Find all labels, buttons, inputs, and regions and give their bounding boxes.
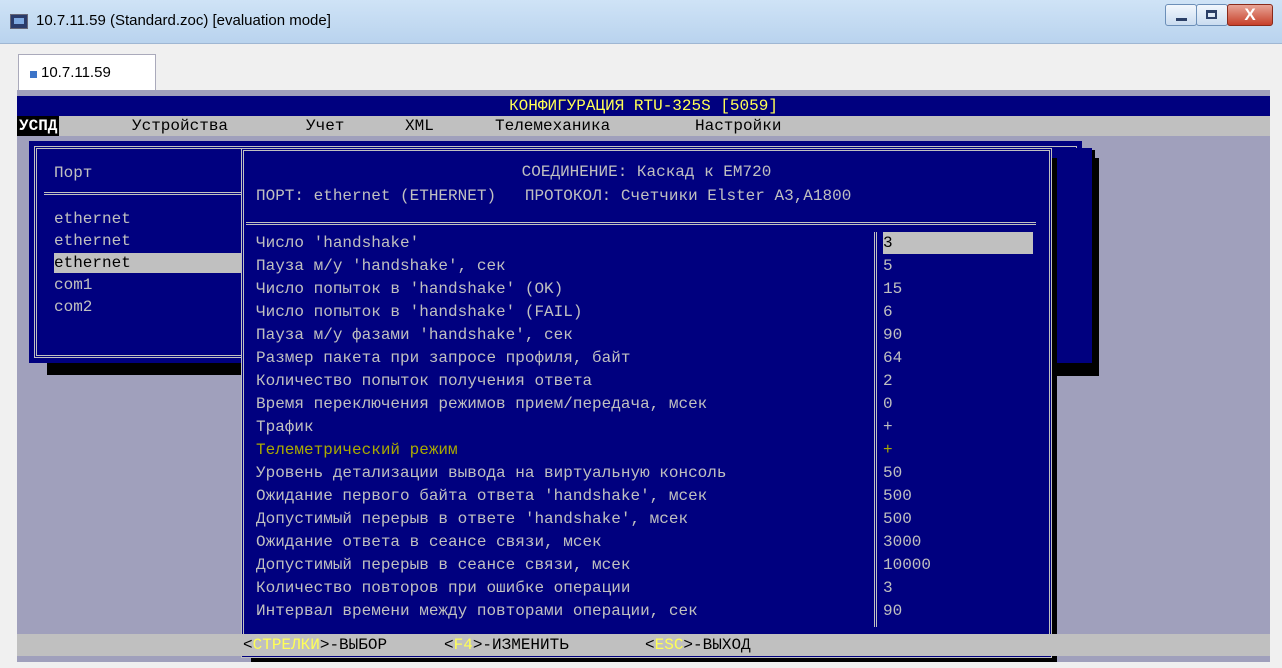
menu-item-uspd[interactable]: УСПД <box>17 116 60 136</box>
close-icon: X <box>1244 5 1256 24</box>
param-label: Размер пакета при запросе профиля, байт <box>256 349 631 367</box>
dialog-divider <box>246 222 1036 225</box>
param-label: Время переключения режимов прием/передач… <box>256 395 708 413</box>
hint-text-exit: -ВЫХОД <box>693 636 751 654</box>
maximize-button[interactable] <box>1196 4 1228 26</box>
hint-bracket: < <box>444 636 454 654</box>
hint-arrows: <СТРЕЛКИ>-ВЫБОР <box>243 634 387 656</box>
param-label: Интервал времени между повторами операци… <box>256 602 698 620</box>
port-item[interactable]: ethernet <box>54 209 264 229</box>
param-label: Число попыток в 'handshake' (FAIL) <box>256 303 583 321</box>
hint-key-arrows: СТРЕЛКИ <box>252 636 320 654</box>
param-value[interactable]: 6 <box>883 301 1033 323</box>
param-value[interactable]: 64 <box>883 347 1033 369</box>
session-icon <box>30 71 37 78</box>
param-label: Допустимый перерыв в ответе 'handshake',… <box>256 510 689 528</box>
title-bar: 10.7.11.59 (Standard.zoc) [evaluation mo… <box>0 0 1282 44</box>
param-value[interactable]: 5 <box>883 255 1033 277</box>
menu-item-settings[interactable]: Настройки <box>693 116 783 136</box>
port-divider <box>44 192 244 195</box>
hint-key-esc: ESC <box>654 636 684 654</box>
port-heading: Порт <box>54 164 93 182</box>
hint-bracket: < <box>243 636 253 654</box>
param-value[interactable]: + <box>883 439 1033 461</box>
window-title: 10.7.11.59 (Standard.zoc) [evaluation mo… <box>36 12 331 29</box>
connection-dialog: СОЕДИНЕНИЕ: Каскад к EM720 ПОРТ: etherne… <box>241 148 1052 658</box>
param-label: Уровень детализации вывода на виртуальну… <box>256 464 727 482</box>
menu-item-xml[interactable]: XML <box>403 116 436 136</box>
param-value[interactable]: 500 <box>883 485 1033 507</box>
param-label: Пауза м/у 'handshake', сек <box>256 257 506 275</box>
hint-bracket: > <box>683 636 694 654</box>
param-label: Допустимый перерыв в сеансе связи, мсек <box>256 556 631 574</box>
dialog-subtitle: ПОРТ: ethernet (ETHERNET) ПРОТОКОЛ: Счет… <box>256 187 852 205</box>
port-item[interactable]: com1 <box>54 275 264 295</box>
param-label: Число 'handshake' <box>256 234 420 252</box>
close-button[interactable]: X <box>1227 4 1273 26</box>
value-column-divider <box>874 232 878 627</box>
param-label: Количество попыток получения ответа <box>256 372 593 390</box>
param-label: Количество повторов при ошибке операции <box>256 579 631 597</box>
hint-f4: <F4>-ИЗМЕНИТЬ <box>444 634 569 656</box>
hint-text-edit: -ИЗМЕНИТЬ <box>482 636 569 654</box>
menu-item-telemechanics[interactable]: Телемеханика <box>493 116 612 136</box>
param-value[interactable]: 3 <box>883 232 1033 254</box>
param-label: Число попыток в 'handshake' (OK) <box>256 280 564 298</box>
param-value[interactable]: 10000 <box>883 554 1033 576</box>
port-item[interactable]: com2 <box>54 297 264 317</box>
param-value[interactable]: 2 <box>883 370 1033 392</box>
param-value[interactable]: 50 <box>883 462 1033 484</box>
menu-item-accounting[interactable]: Учет <box>304 116 346 136</box>
hint-bar: <СТРЕЛКИ>-ВЫБОР <F4>-ИЗМЕНИТЬ <ESC>-ВЫХО… <box>17 634 1270 656</box>
param-value[interactable]: 15 <box>883 278 1033 300</box>
minimize-button[interactable] <box>1165 4 1197 26</box>
param-label: Пауза м/у фазами 'handshake', сек <box>256 326 573 344</box>
tab-strip: 10.7.11.59 <box>12 44 1274 90</box>
terminal-screen[interactable]: КОНФИГУРАЦИЯ RTU-325S [5059] УСПД Устрой… <box>17 90 1270 662</box>
hint-bracket: > <box>472 636 483 654</box>
menu-bar: УСПД Устройства Учет XML Телемеханика На… <box>17 116 1270 136</box>
config-header: КОНФИГУРАЦИЯ RTU-325S [5059] <box>17 96 1270 116</box>
param-value[interactable]: + <box>883 416 1033 438</box>
port-item[interactable]: ethernet <box>54 231 264 251</box>
hint-esc: <ESC>-ВЫХОД <box>645 634 751 656</box>
param-label: Ожидание ответа в сеансе связи, мсек <box>256 533 602 551</box>
param-value[interactable]: 3000 <box>883 531 1033 553</box>
hint-key-f4: F4 <box>453 636 473 654</box>
right-panel-edge <box>1052 148 1092 363</box>
hint-bracket: > <box>319 636 330 654</box>
param-value[interactable]: 90 <box>883 324 1033 346</box>
param-value[interactable]: 3 <box>883 577 1033 599</box>
hint-bracket: < <box>645 636 655 654</box>
menu-item-devices[interactable]: Устройства <box>130 116 230 136</box>
param-value[interactable]: 0 <box>883 393 1033 415</box>
tab-label: 10.7.11.59 <box>41 64 111 81</box>
app-icon <box>10 14 28 29</box>
tab-session[interactable]: 10.7.11.59 <box>18 54 156 90</box>
param-value[interactable]: 90 <box>883 600 1033 622</box>
param-label: Трафик <box>256 418 314 436</box>
dialog-title: СОЕДИНЕНИЕ: Каскад к EM720 <box>521 163 772 181</box>
port-item-selected[interactable]: ethernet <box>54 253 264 273</box>
hint-text-select: -ВЫБОР <box>329 636 388 654</box>
param-label: Телеметрический режим <box>256 441 458 459</box>
param-label: Ожидание первого байта ответа 'handshake… <box>256 487 708 505</box>
param-value[interactable]: 500 <box>883 508 1033 530</box>
